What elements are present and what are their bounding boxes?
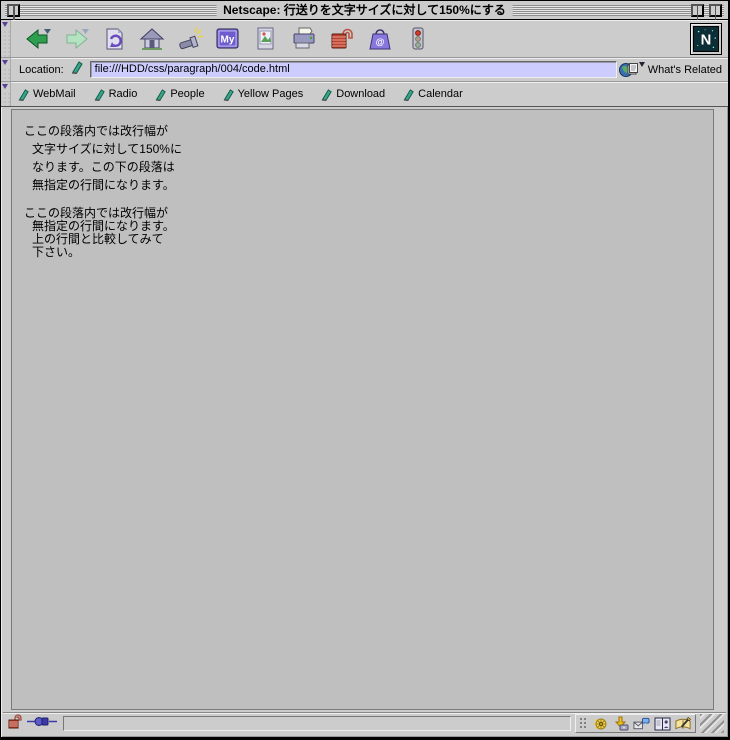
zoom-button[interactable] xyxy=(691,4,704,46)
home-icon xyxy=(139,27,165,50)
location-bar: Location: file:///HDD/css/paragraph/004/… xyxy=(1,58,728,82)
bookmark-icon xyxy=(94,88,105,101)
bookmark-icon xyxy=(223,88,234,101)
connection-plug-icon xyxy=(27,715,57,733)
whats-related-button[interactable]: What's Related xyxy=(618,61,722,78)
bookmark-icon xyxy=(156,88,167,101)
security-button[interactable] xyxy=(327,24,357,54)
my-netscape-button[interactable]: My xyxy=(213,24,243,54)
reload-icon xyxy=(106,28,123,49)
address-book-icon xyxy=(654,717,671,730)
bookmark-yellow-pages[interactable]: Yellow Pages xyxy=(222,88,303,101)
bookmark-webmail[interactable]: WebMail xyxy=(17,88,76,101)
collapse-button[interactable] xyxy=(709,4,722,43)
home-button[interactable] xyxy=(137,24,167,54)
search-icon xyxy=(179,26,204,49)
reload-button[interactable] xyxy=(99,24,129,54)
inbox-down-arrow-icon xyxy=(614,716,628,730)
search-button[interactable] xyxy=(175,24,205,54)
security-status-button[interactable] xyxy=(8,713,24,734)
bookmark-icon xyxy=(322,88,333,101)
discussions-component-button[interactable] xyxy=(633,716,650,732)
bookmark-calendar[interactable]: Calendar xyxy=(402,88,463,101)
netscape-logo-icon: N xyxy=(693,25,719,52)
stop-button[interactable] xyxy=(403,24,433,54)
forward-icon xyxy=(66,28,89,49)
composer-component-button[interactable] xyxy=(675,716,692,732)
whats-related-globe-icon xyxy=(618,63,638,77)
personal-toolbar-items: WebMail Radio People Yellow Pages Downlo… xyxy=(17,88,463,101)
images-button[interactable] xyxy=(251,24,281,54)
location-label: Location: xyxy=(19,63,64,76)
bookmark-people[interactable]: People xyxy=(154,88,205,101)
status-message xyxy=(63,716,571,731)
bookmark-icon xyxy=(18,88,29,101)
mail-discussions-icon xyxy=(633,717,650,729)
whats-related-label: What's Related xyxy=(647,63,722,76)
close-button[interactable] xyxy=(7,4,20,22)
url-input[interactable]: file:///HDD/css/paragraph/004/code.html xyxy=(89,61,617,78)
toolbar-collapse-tab[interactable] xyxy=(1,20,11,57)
navigator-component-button[interactable] xyxy=(591,716,608,732)
stop-traffic-light-icon xyxy=(412,27,424,49)
navigator-wheel-icon xyxy=(592,718,606,729)
back-icon xyxy=(26,28,51,49)
inbox-component-button[interactable] xyxy=(612,716,629,732)
netscape-window: Netscape: 行送りを文字サイズに対して150%にする My @ N Lo… xyxy=(0,0,730,740)
location-collapse-tab[interactable] xyxy=(1,58,11,81)
security-lock-icon xyxy=(331,28,353,48)
status-bar xyxy=(3,712,726,734)
whats-related-caret-icon xyxy=(638,61,645,70)
window-resize-grip[interactable] xyxy=(700,714,724,733)
forward-button[interactable] xyxy=(61,24,91,54)
svg-text:@: @ xyxy=(376,37,385,47)
toolbar-buttons: My @ xyxy=(19,24,437,54)
print-button[interactable] xyxy=(289,24,319,54)
svg-text:N: N xyxy=(701,32,712,48)
open-lock-icon xyxy=(8,713,22,728)
shop-icon: @ xyxy=(369,28,391,49)
bookmark-icon xyxy=(404,88,414,101)
bookmark-download[interactable]: Download xyxy=(320,88,385,101)
svg-text:My: My xyxy=(221,34,235,45)
print-icon xyxy=(293,27,315,48)
component-bar-drag-handle[interactable] xyxy=(579,717,587,730)
window-title: Netscape: 行送りを文字サイズに対して150%にする xyxy=(216,3,513,18)
shop-button[interactable]: @ xyxy=(365,24,395,54)
browser-content-area: ここの段落内では改行幅が 文字サイズに対して150%に なります。この下の段落は… xyxy=(11,109,714,710)
my-netscape-icon: My xyxy=(216,28,239,48)
bookmark-icon[interactable] xyxy=(70,60,84,79)
personal-toolbar: WebMail Radio People Yellow Pages Downlo… xyxy=(1,82,728,107)
images-icon xyxy=(257,27,274,49)
paragraph-line-height-default: ここの段落内では改行幅が 無指定の行間になります。 上の行間と比較してみて 下さ… xyxy=(24,206,175,259)
title-bar[interactable]: Netscape: 行送りを文字サイズに対して150%にする xyxy=(1,1,728,46)
netscape-logo-button[interactable]: N xyxy=(690,22,722,55)
main-toolbar: My @ N xyxy=(1,20,728,58)
component-bar xyxy=(575,714,696,733)
address-book-component-button[interactable] xyxy=(654,716,671,732)
composer-book-pencil-icon xyxy=(675,716,692,730)
personal-collapse-tab[interactable] xyxy=(1,82,11,106)
back-button[interactable] xyxy=(23,24,53,54)
paragraph-line-height-150: ここの段落内では改行幅が 文字サイズに対して150%に なります。この下の段落は… xyxy=(24,124,182,192)
bookmark-radio[interactable]: Radio xyxy=(93,88,137,101)
